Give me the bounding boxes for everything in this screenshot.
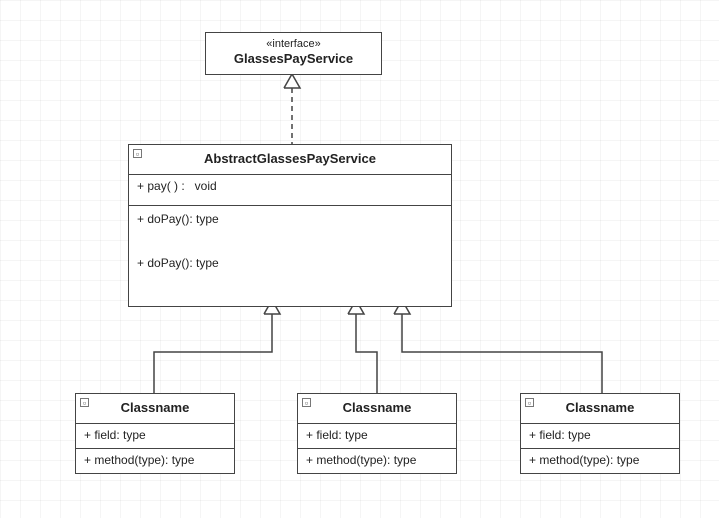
interface-name: GlassesPayService bbox=[234, 51, 353, 66]
class-fields: + field: type bbox=[298, 423, 456, 448]
class-name-label: Classname bbox=[343, 400, 412, 415]
class-box-1[interactable]: ▫ Classname + field: type + method(type)… bbox=[297, 393, 457, 474]
class-fields: + field: type bbox=[521, 423, 679, 448]
interface-header: «interface» GlassesPayService bbox=[206, 33, 381, 74]
gen-line-left bbox=[154, 314, 272, 393]
collapse-icon[interactable]: ▫ bbox=[80, 398, 89, 407]
collapse-icon[interactable]: ▫ bbox=[525, 398, 534, 407]
collapse-icon[interactable]: ▫ bbox=[302, 398, 311, 407]
interface-stereotype: «interface» bbox=[212, 38, 375, 50]
realization-arrowhead bbox=[284, 74, 300, 88]
interface-box[interactable]: «interface» GlassesPayService bbox=[205, 32, 382, 75]
gen-line-right bbox=[402, 314, 602, 393]
class-fields: + field: type bbox=[76, 423, 234, 448]
class-header: ▫ Classname bbox=[521, 394, 679, 423]
class-box-2[interactable]: ▫ Classname + field: type + method(type)… bbox=[520, 393, 680, 474]
gen-line-mid bbox=[356, 314, 377, 393]
class-name-label: Classname bbox=[566, 400, 635, 415]
abstract-methods-top: + pay( ) : void bbox=[129, 174, 451, 205]
field-row: + field: type bbox=[306, 428, 448, 442]
abstract-class-box[interactable]: ▫ AbstractGlassesPayService + pay( ) : v… bbox=[128, 144, 452, 307]
method-row: + method(type): type bbox=[306, 453, 448, 467]
abstract-header: ▫ AbstractGlassesPayService bbox=[129, 145, 451, 174]
abstract-name: AbstractGlassesPayService bbox=[204, 151, 376, 166]
field-row: + field: type bbox=[529, 428, 671, 442]
class-methods: + method(type): type bbox=[298, 448, 456, 473]
method-row: + method(type): type bbox=[84, 453, 226, 467]
class-methods: + method(type): type bbox=[76, 448, 234, 473]
class-box-0[interactable]: ▫ Classname + field: type + method(type)… bbox=[75, 393, 235, 474]
class-name-label: Classname bbox=[121, 400, 190, 415]
class-header: ▫ Classname bbox=[298, 394, 456, 423]
collapse-icon[interactable]: ▫ bbox=[133, 149, 142, 158]
method-row: + doPay(): type bbox=[137, 256, 443, 270]
abstract-methods-bottom: + doPay(): type + doPay(): type bbox=[129, 205, 451, 306]
method-row: + pay( ) : void bbox=[137, 179, 443, 193]
method-row: + method(type): type bbox=[529, 453, 671, 467]
class-methods: + method(type): type bbox=[521, 448, 679, 473]
field-row: + field: type bbox=[84, 428, 226, 442]
class-header: ▫ Classname bbox=[76, 394, 234, 423]
method-row: + doPay(): type bbox=[137, 212, 443, 226]
